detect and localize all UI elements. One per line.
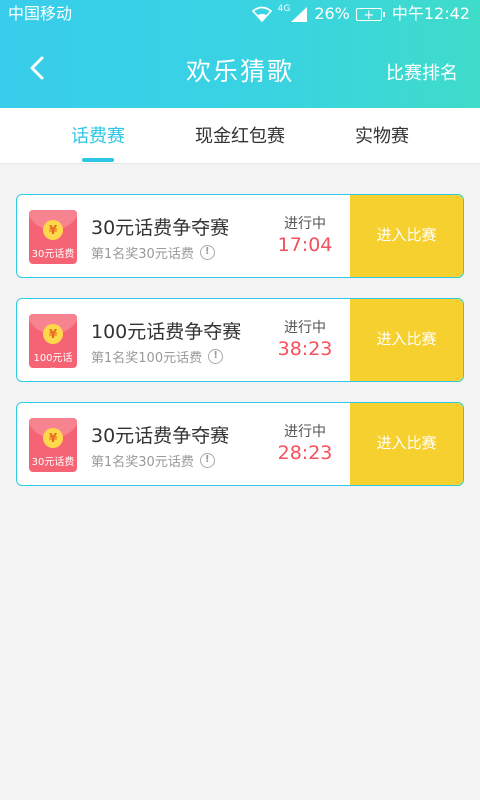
battery-charge-icon: + — [363, 7, 375, 23]
envelope-label: 30元话费 — [31, 249, 75, 260]
tab-bar: 话费赛 现金红包赛 实物赛 — [0, 108, 480, 164]
contest-card: ¥ 30元话费 30元话费争夺赛 第1名奖30元话费 ! 进行中 28:23 进… — [16, 402, 464, 486]
nav-bar: 欢乐猜歌 比赛排名 — [0, 28, 480, 108]
envelope-label: 30元话费 — [31, 457, 75, 468]
status-icons: 4G 26% + 中午12:42 — [251, 0, 470, 28]
info-icon[interactable]: ! — [208, 349, 224, 364]
red-envelope-icon: ¥ 100元话费 — [29, 314, 77, 368]
tab-phone-credit[interactable]: 话费赛 — [48, 108, 148, 164]
contest-title: 30元话费争夺赛 — [91, 217, 230, 239]
battery-percent: 26% — [314, 4, 350, 23]
contest-prize: 第1名奖100元话费 ! — [91, 347, 224, 366]
contest-card: ¥ 30元话费 30元话费争夺赛 第1名奖30元话费 ! 进行中 17:04 进… — [16, 194, 464, 278]
coin-icon: ¥ — [43, 428, 63, 448]
countdown-timer: 28:23 — [277, 442, 333, 464]
tab-cash-red-packet[interactable]: 现金红包赛 — [180, 108, 300, 164]
contest-prize: 第1名奖30元话费 ! — [91, 243, 215, 262]
contest-title: 100元话费争夺赛 — [91, 321, 242, 343]
enter-contest-button[interactable]: 进入比赛 — [350, 403, 463, 485]
wifi-icon — [251, 6, 272, 22]
tab-physical-prize[interactable]: 实物赛 — [332, 108, 432, 164]
enter-contest-button[interactable]: 进入比赛 — [350, 299, 463, 381]
coin-icon: ¥ — [43, 220, 63, 240]
header: 中国移动 4G 26% + 中午12:42 欢乐猜歌 比赛排名 — [0, 0, 480, 108]
battery-icon: + — [355, 7, 385, 23]
contest-status: 进行中 — [284, 216, 326, 232]
red-envelope-icon: ¥ 30元话费 — [29, 418, 77, 472]
red-envelope-icon: ¥ 30元话费 — [29, 210, 77, 264]
contest-prize-text: 第1名奖30元话费 — [91, 455, 194, 470]
contest-status: 进行中 — [284, 320, 326, 336]
carrier-label: 中国移动 — [8, 4, 73, 23]
signal-icon — [291, 7, 308, 22]
contest-prize-text: 第1名奖30元话费 — [91, 247, 194, 262]
info-icon[interactable]: ! — [199, 453, 215, 468]
active-tab-indicator — [82, 158, 114, 162]
clock: 中午12:42 — [391, 4, 470, 23]
info-icon[interactable]: ! — [199, 245, 215, 260]
coin-icon: ¥ — [43, 324, 63, 344]
status-bar: 中国移动 4G 26% + 中午12:42 — [0, 0, 480, 28]
network-type-label: 4G — [277, 4, 291, 14]
contest-prize-text: 第1名奖100元话费 — [91, 351, 203, 366]
contest-card: ¥ 100元话费 100元话费争夺赛 第1名奖100元话费 ! 进行中 38:2… — [16, 298, 464, 382]
contest-prize: 第1名奖30元话费 ! — [91, 451, 215, 470]
ranking-link[interactable]: 比赛排名 — [386, 59, 458, 85]
countdown-timer: 17:04 — [277, 234, 333, 256]
contest-title: 30元话费争夺赛 — [91, 425, 230, 447]
countdown-timer: 38:23 — [277, 338, 333, 360]
envelope-label: 100元话费 — [33, 353, 73, 364]
enter-contest-button[interactable]: 进入比赛 — [350, 195, 463, 277]
contest-status: 进行中 — [284, 424, 326, 440]
